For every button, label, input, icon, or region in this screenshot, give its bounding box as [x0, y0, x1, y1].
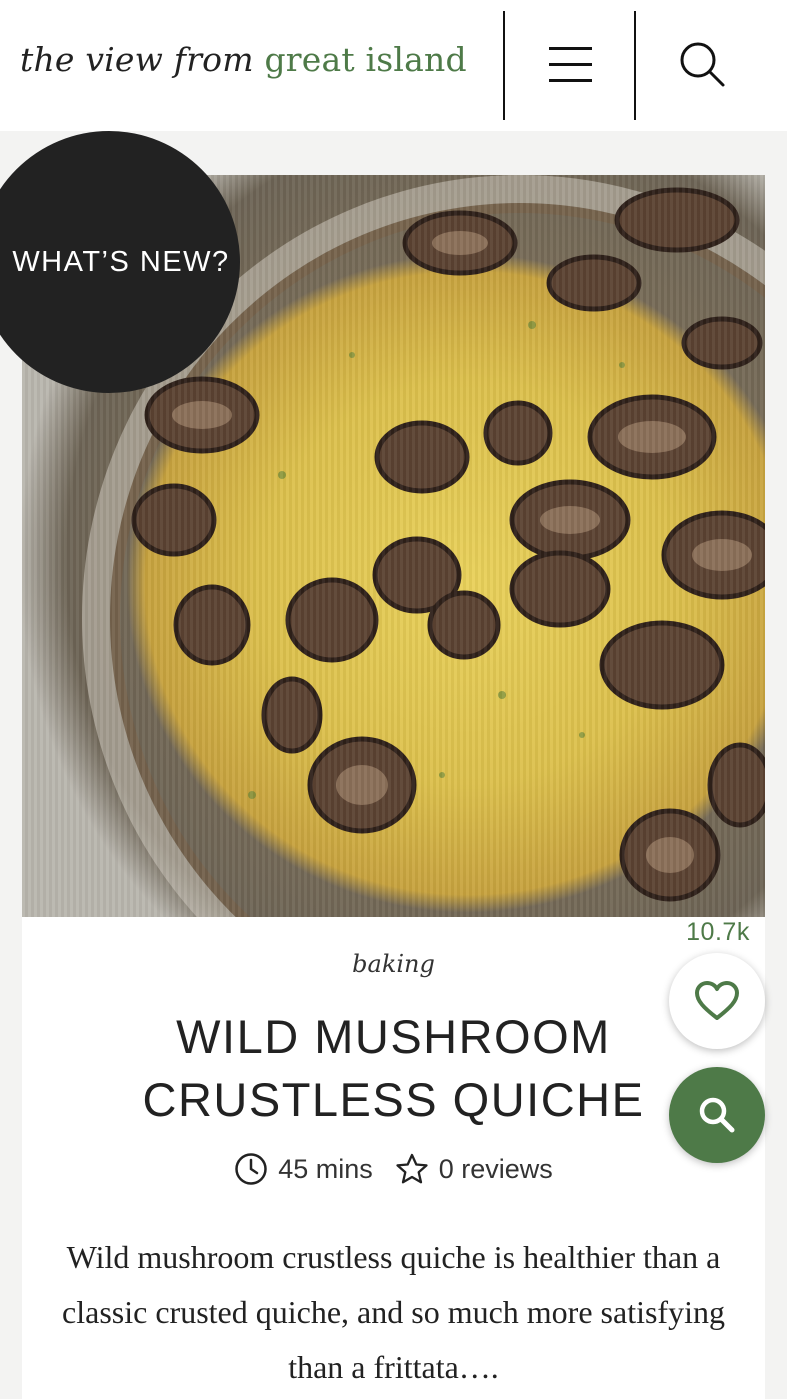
recipe-title[interactable]: WILD MUSHROOM CRUSTLESS QUICHE [90, 1005, 697, 1131]
logo-text-part1: the view from [20, 40, 254, 79]
recipe-time: 45 mins [234, 1152, 373, 1186]
recipe-description: Wild mushroom crustless quiche is health… [62, 1239, 725, 1385]
floating-search-button[interactable] [669, 1067, 765, 1163]
time-text: 45 mins [278, 1153, 373, 1184]
hamburger-menu-icon [549, 47, 592, 82]
recipe-category[interactable]: baking [0, 950, 787, 978]
whats-new-label: WHAT’S NEW? [12, 245, 230, 278]
header-search-button[interactable] [636, 11, 766, 120]
favorite-button[interactable] [669, 953, 765, 1049]
logo-text-part2: great island [264, 40, 467, 79]
recipe-reviews[interactable]: 0 reviews [395, 1152, 553, 1186]
heart-icon [695, 981, 739, 1020]
site-logo[interactable]: the view from great island [20, 40, 467, 79]
recipe-meta: 45 mins 0 reviews [0, 1152, 787, 1186]
reviews-text: 0 reviews [438, 1153, 553, 1184]
site-header: the view from great island [0, 0, 787, 131]
favorites-count: 10.7k [686, 918, 750, 946]
star-icon [396, 1153, 428, 1184]
clock-icon [235, 1153, 267, 1185]
search-icon [680, 42, 725, 87]
menu-button[interactable] [505, 11, 634, 120]
search-icon [699, 1097, 735, 1133]
